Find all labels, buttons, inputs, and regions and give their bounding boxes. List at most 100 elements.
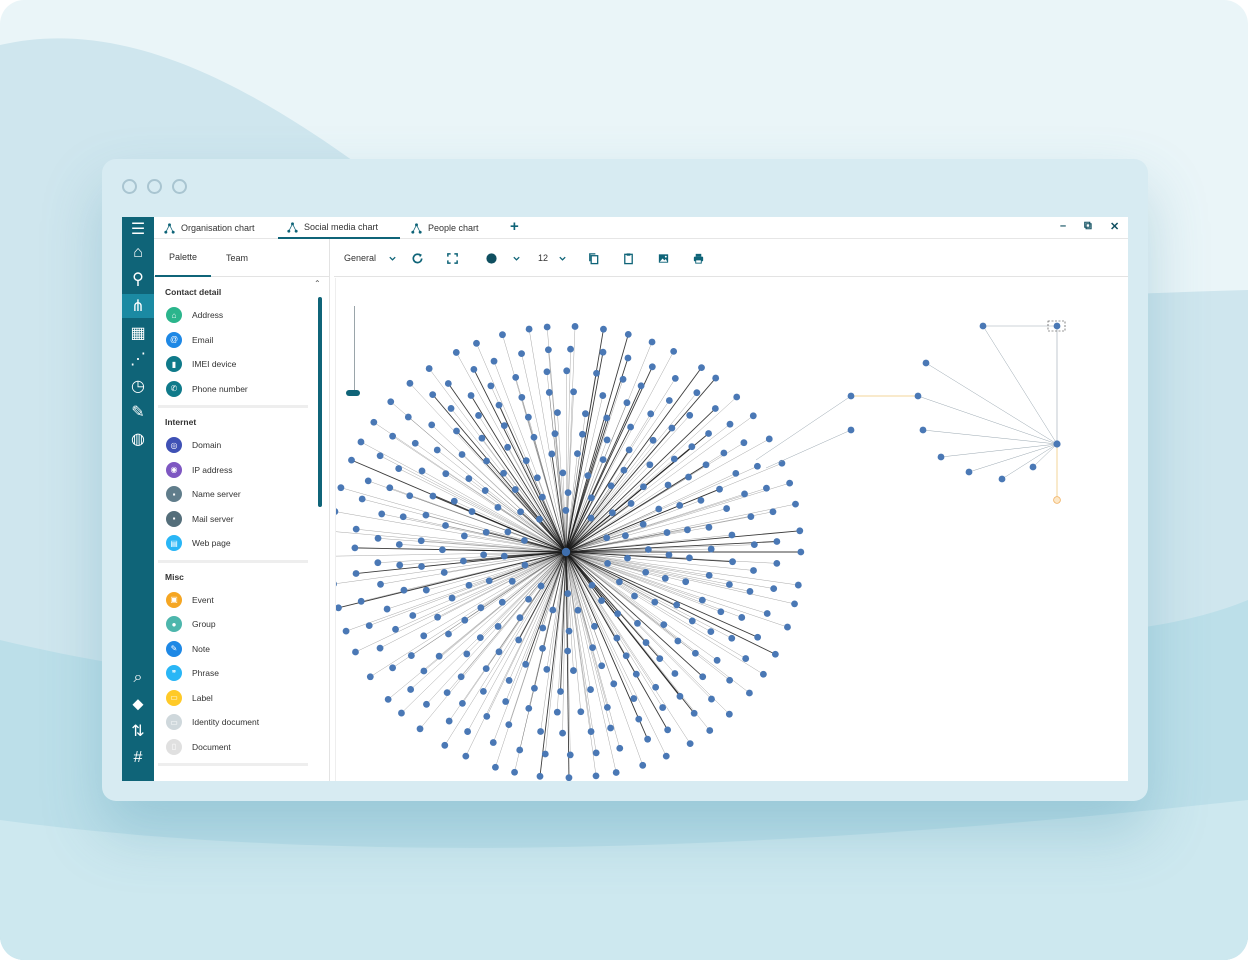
graph-node[interactable] [399,513,407,521]
graph-node[interactable] [741,490,748,498]
graph-node[interactable] [674,637,682,645]
graph-node[interactable] [656,655,664,662]
graph-node[interactable] [512,374,520,381]
graph-node[interactable] [521,537,528,544]
graph-node[interactable] [475,412,482,419]
graph-node[interactable] [565,627,573,635]
graph-node[interactable] [665,551,673,559]
graph-node[interactable] [366,673,374,681]
graph-node[interactable] [489,739,497,746]
add-tab-button[interactable]: + [510,218,519,235]
graph-node[interactable] [548,450,556,458]
graph-node[interactable] [702,461,710,469]
graph-node[interactable] [564,489,572,497]
graph-node[interactable] [642,568,650,576]
graph-node[interactable] [763,610,771,617]
graph-node[interactable] [732,469,740,477]
graph-node[interactable] [483,457,490,465]
graph-node[interactable] [627,423,634,431]
graph-node[interactable] [420,667,428,675]
graph-node[interactable] [750,541,758,549]
graph-node[interactable] [660,621,668,629]
node-color-button[interactable] [482,249,500,267]
graph-node[interactable] [750,567,757,574]
graph-node[interactable] [664,481,672,489]
graph-node[interactable] [398,709,405,717]
graph-node[interactable] [370,418,378,426]
graph-node[interactable] [482,528,490,536]
window-dot-close[interactable] [122,179,137,194]
graph-node[interactable] [473,339,480,347]
graph-node[interactable] [537,582,545,590]
graph-node[interactable] [733,393,741,401]
graph-node[interactable] [434,613,441,621]
graph-node[interactable] [374,534,382,542]
graph-node[interactable] [357,597,365,605]
graph-node[interactable] [705,523,713,531]
graph-node[interactable] [386,484,394,492]
graph-node[interactable] [706,727,714,734]
graph-node[interactable] [400,586,408,594]
chart-canvas[interactable] [335,278,1128,781]
graph-node[interactable] [716,485,723,493]
graph-node[interactable] [420,632,428,640]
graph-node[interactable] [686,554,693,562]
graph-node[interactable] [395,541,403,548]
graph-node[interactable] [384,696,392,703]
graph-node[interactable] [639,520,647,528]
graph-node[interactable] [487,382,495,390]
graph-node[interactable] [673,601,681,609]
graph-node[interactable] [500,469,507,477]
graph-node[interactable] [460,557,467,565]
graph-node[interactable] [797,548,805,556]
graph-node[interactable] [508,577,516,585]
graph-node[interactable] [465,475,473,482]
palette-item-event[interactable]: ▣ Event [166,590,214,610]
graph-node[interactable] [642,639,650,646]
graph-node[interactable] [773,538,781,545]
graph-node[interactable] [563,367,571,375]
graph-node[interactable] [577,708,585,716]
graph-node[interactable] [646,461,654,469]
graph-node[interactable] [592,749,600,757]
graph-node[interactable] [589,644,596,652]
graph-node[interactable] [444,380,452,387]
palette-item-ip-address[interactable]: ◉ IP address [166,460,232,480]
graph-node[interactable] [639,761,647,769]
graph-node[interactable] [516,614,524,622]
graph-node[interactable] [693,389,701,397]
graph-node[interactable] [458,451,466,458]
palette-item-identity-document[interactable]: ▭ Identity document [166,712,259,732]
graph-node[interactable] [676,692,684,700]
graph-node[interactable] [482,665,490,673]
graph-node[interactable] [587,514,595,522]
graph-node[interactable] [686,740,694,748]
graph-node[interactable] [464,728,472,735]
graph-node[interactable] [495,648,503,656]
graph-node[interactable] [358,495,366,503]
palette-item-phrase[interactable]: ❞ Phrase [166,663,219,683]
graph-node[interactable] [651,598,659,606]
graph-node[interactable] [598,597,605,604]
graph-node[interactable] [533,474,541,482]
graph-node[interactable] [494,503,502,511]
graph-node[interactable] [564,647,572,655]
graph-node[interactable] [352,648,359,656]
graph-node[interactable] [442,522,449,529]
graph-node[interactable] [543,323,551,331]
graph-node[interactable] [707,628,715,636]
graph-node[interactable] [411,439,419,447]
graph-node[interactable] [522,457,530,465]
graph-node[interactable] [336,604,342,612]
graph-node[interactable] [671,374,679,382]
window-dot-maximize[interactable] [172,179,187,194]
graph-node[interactable] [922,359,930,367]
sort-button[interactable]: ⇅ [122,719,154,743]
graph-node[interactable] [655,505,663,513]
graph-node[interactable] [847,426,855,434]
palette-item-note[interactable]: ✎ Note [166,639,210,659]
graph-node[interactable] [492,763,499,771]
tab-social-media-chart[interactable]: Social media chart [278,217,400,239]
graph-node[interactable] [554,409,561,417]
tab-people-chart[interactable]: People chart [411,217,479,239]
